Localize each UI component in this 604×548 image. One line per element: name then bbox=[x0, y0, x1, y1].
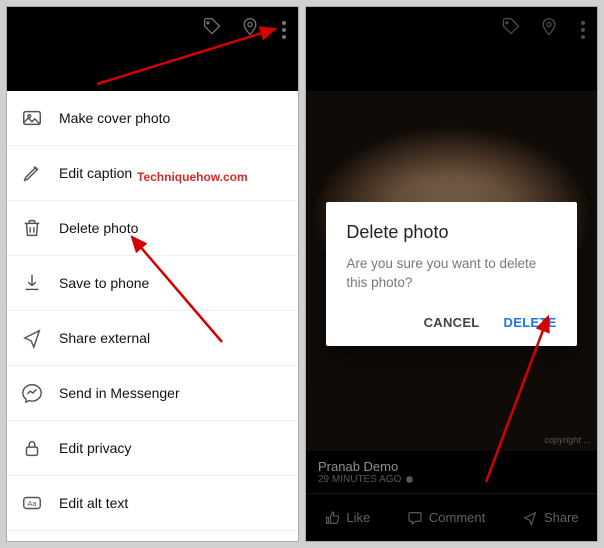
location-icon[interactable] bbox=[240, 17, 260, 42]
menu-item-label: Send in Messenger bbox=[59, 385, 180, 401]
menu-item-label: Make cover photo bbox=[59, 110, 170, 126]
more-vertical-icon[interactable] bbox=[278, 19, 290, 41]
dialog-backdrop: Delete photo Are you sure you want to de… bbox=[306, 7, 597, 541]
dialog-title: Delete photo bbox=[346, 222, 556, 243]
menu-item-label: Delete photo bbox=[59, 220, 138, 236]
menu-item-label: Share external bbox=[59, 330, 150, 346]
topbar bbox=[7, 7, 298, 91]
svg-text:Aa: Aa bbox=[28, 499, 38, 508]
menu-item-delete-photo[interactable]: Delete photo bbox=[7, 201, 298, 256]
menu-item-edit-privacy[interactable]: Edit privacy bbox=[7, 421, 298, 476]
menu-item-label: Save to phone bbox=[59, 275, 149, 291]
delete-confirm-dialog: Delete photo Are you sure you want to de… bbox=[326, 202, 576, 346]
cancel-button[interactable]: CANCEL bbox=[424, 315, 480, 330]
watermark-text: Techniquehow.com bbox=[137, 170, 248, 184]
alt-text-icon: Aa bbox=[21, 492, 43, 514]
delete-button[interactable]: DELETE bbox=[504, 315, 557, 330]
image-icon bbox=[21, 107, 43, 129]
download-icon bbox=[21, 272, 43, 294]
menu-item-label: Edit alt text bbox=[59, 495, 128, 511]
photo-options-menu: Make cover photo Edit caption Delete pho… bbox=[7, 91, 298, 531]
menu-item-share-external[interactable]: Share external bbox=[7, 311, 298, 366]
dialog-message: Are you sure you want to delete this pho… bbox=[346, 255, 556, 293]
menu-item-send-messenger[interactable]: Send in Messenger bbox=[7, 366, 298, 421]
tag-icon[interactable] bbox=[202, 17, 222, 42]
pencil-icon bbox=[21, 162, 43, 184]
menu-item-make-cover[interactable]: Make cover photo bbox=[7, 91, 298, 146]
menu-item-edit-alt-text[interactable]: Aa Edit alt text bbox=[7, 476, 298, 531]
menu-item-label: Edit caption bbox=[59, 165, 132, 181]
messenger-icon bbox=[21, 382, 43, 404]
trash-icon bbox=[21, 217, 43, 239]
lock-icon bbox=[21, 437, 43, 459]
share-icon bbox=[21, 327, 43, 349]
right-screenshot: copyright ... Pranab Demo 29 MINUTES AGO… bbox=[305, 6, 598, 542]
menu-item-label: Edit privacy bbox=[59, 440, 131, 456]
menu-item-save-to-phone[interactable]: Save to phone bbox=[7, 256, 298, 311]
left-screenshot: Make cover photo Edit caption Delete pho… bbox=[6, 6, 299, 542]
